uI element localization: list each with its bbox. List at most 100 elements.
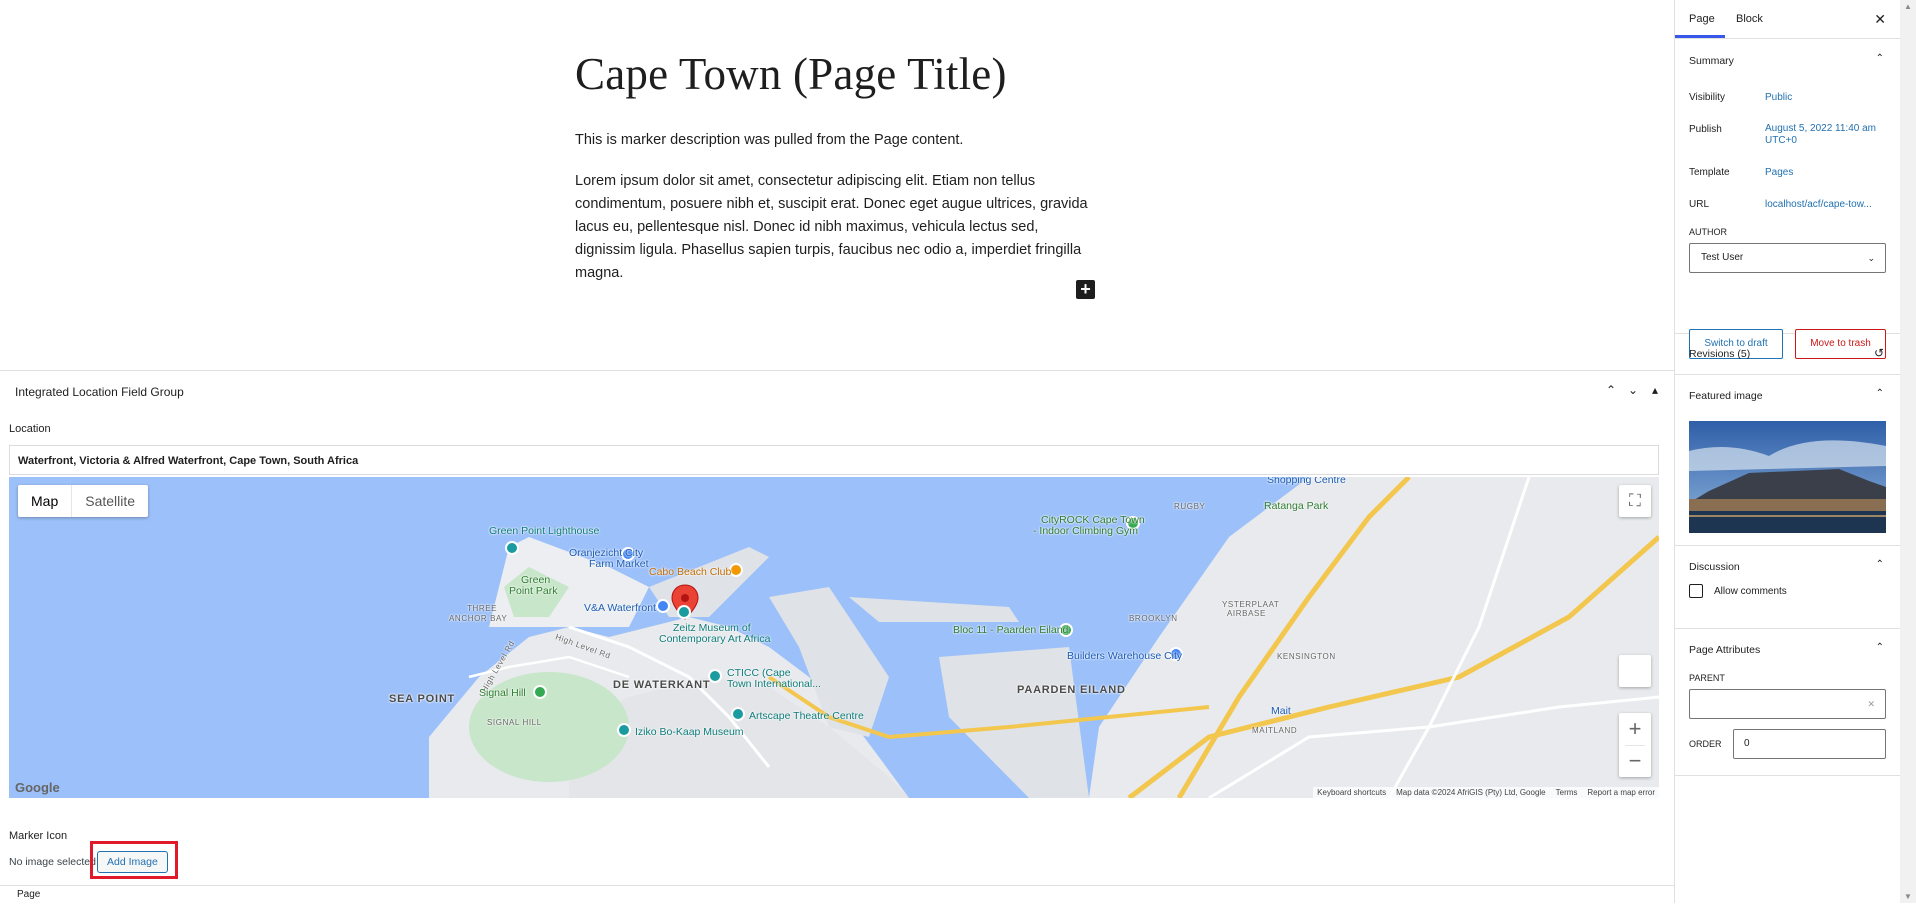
author-select-value: Test User xyxy=(1701,252,1744,263)
paragraph-block[interactable]: This is marker description was pulled fr… xyxy=(575,129,1095,152)
keyboard-shortcuts-link[interactable]: Keyboard shortcuts xyxy=(1317,788,1386,797)
close-icon[interactable]: ✕ xyxy=(1874,0,1886,38)
map-label: ANCHOR BAY xyxy=(449,614,508,623)
author-select[interactable]: Test User ⌄ xyxy=(1689,243,1886,273)
page-attributes-panel: Page Attributes ⌃ PARENT ✕ ORDER 0 xyxy=(1675,629,1900,776)
shopping-poi-icon[interactable] xyxy=(656,599,670,613)
scrollbar[interactable]: ▲ ▼ xyxy=(1900,0,1916,903)
summary-panel-title[interactable]: Summary xyxy=(1689,55,1734,67)
report-error-link[interactable]: Report a map error xyxy=(1587,788,1655,797)
museum-poi-icon[interactable] xyxy=(617,723,631,737)
zoom-out-button[interactable]: − xyxy=(1619,745,1651,777)
map-label[interactable]: Artscape Theatre Centre xyxy=(749,710,864,722)
allow-comments-label[interactable]: Allow comments xyxy=(1714,586,1787,597)
map-label: BROOKLYN xyxy=(1129,614,1178,623)
scroll-up-icon[interactable]: ▲ xyxy=(1904,2,1912,11)
featured-image-title[interactable]: Featured image xyxy=(1689,390,1763,402)
block-inserter-button[interactable]: + xyxy=(1076,280,1095,299)
discussion-title[interactable]: Discussion xyxy=(1689,561,1740,573)
fullscreen-icon[interactable]: ⛶ xyxy=(1619,485,1651,517)
map-label[interactable]: Green Point Lighthouse xyxy=(489,525,599,537)
terms-link[interactable]: Terms xyxy=(1556,788,1578,797)
no-image-text: No image selected xyxy=(9,856,96,868)
map-label: AIRBASE xyxy=(1227,609,1266,618)
museum-poi-icon[interactable] xyxy=(677,605,691,619)
map-label[interactable]: Ratanga Park xyxy=(1264,500,1328,512)
url-label: URL xyxy=(1689,199,1710,210)
paragraph-block[interactable]: Lorem ipsum dolor sit amet, consectetur … xyxy=(575,170,1095,285)
revisions-link[interactable]: Revisions (5) xyxy=(1689,348,1750,360)
tab-block[interactable]: Block xyxy=(1736,0,1763,38)
page-title[interactable]: Cape Town (Page Title) xyxy=(575,48,1007,100)
street-view-icon[interactable] xyxy=(1619,655,1651,687)
page-attributes-title[interactable]: Page Attributes xyxy=(1689,644,1760,656)
map-type-satellite-button[interactable]: Satellite xyxy=(71,485,148,517)
map-label[interactable]: Cabo Beach Club xyxy=(649,566,731,578)
summary-panel: Summary ⌃ Visibility Public Publish Augu… xyxy=(1675,39,1900,359)
template-link[interactable]: Pages xyxy=(1765,167,1885,179)
breadcrumb-item[interactable]: Page xyxy=(17,889,40,900)
location-search-input[interactable]: Waterfront, Victoria & Alfred Waterfront… xyxy=(9,445,1659,475)
discussion-panel: Discussion ⌃ Allow comments xyxy=(1675,546,1900,629)
map-label[interactable]: Town International... xyxy=(727,678,821,690)
theatre-poi-icon[interactable] xyxy=(731,707,745,721)
marker-icon-label: Marker Icon xyxy=(9,830,68,842)
chevron-up-icon[interactable]: ⌃ xyxy=(1876,53,1884,64)
publish-date-link[interactable]: August 5, 2022 11:40 am UTC+0 xyxy=(1765,123,1885,147)
settings-sidebar: Page Block ✕ Summary ⌃ Visibility Public… xyxy=(1674,0,1900,903)
map-label: DE WATERKANT xyxy=(613,679,711,691)
map-label: KENSINGTON xyxy=(1277,652,1336,661)
move-up-icon[interactable]: ⌃ xyxy=(1604,383,1618,397)
chevron-up-icon[interactable]: ⌃ xyxy=(1876,559,1884,570)
map-type-map-button[interactable]: Map xyxy=(18,485,71,517)
map-label: MAITLAND xyxy=(1252,726,1298,735)
zoom-in-button[interactable]: + xyxy=(1619,713,1651,745)
zoom-divider xyxy=(1625,745,1645,746)
allow-comments-checkbox[interactable] xyxy=(1689,584,1703,598)
location-label: Location xyxy=(9,423,51,435)
google-map[interactable]: Map Satellite ⛶ + − Green Point Lighthou… xyxy=(9,477,1659,798)
chevron-up-icon[interactable]: ⌃ xyxy=(1876,388,1884,399)
meta-box-controls: ⌃ ⌄ ▴ xyxy=(1604,383,1662,397)
chevron-up-icon[interactable]: ⌃ xyxy=(1876,642,1884,653)
tab-page[interactable]: Page xyxy=(1689,0,1715,38)
parent-label: PARENT xyxy=(1689,673,1725,683)
map-label: YSTERPLAAT xyxy=(1222,600,1280,609)
map-label[interactable]: Iziko Bo-Kaap Museum xyxy=(635,726,744,738)
meta-box-title[interactable]: Integrated Location Field Group xyxy=(15,385,184,399)
add-image-button[interactable]: Add Image xyxy=(97,851,168,873)
map-label[interactable]: Builders Warehouse City xyxy=(1067,650,1182,662)
map-label[interactable]: Point Park xyxy=(509,585,557,597)
map-canvas xyxy=(9,477,1659,798)
map-label[interactable]: - Indoor Climbing Gym xyxy=(1033,525,1138,537)
collapse-icon[interactable]: ▴ xyxy=(1648,383,1662,397)
sidebar-tabs: Page Block ✕ xyxy=(1675,0,1900,39)
map-label[interactable]: Shopping Centre xyxy=(1267,477,1346,486)
move-down-icon[interactable]: ⌄ xyxy=(1626,383,1640,397)
map-label: RUGBY xyxy=(1174,502,1206,511)
parent-page-select[interactable]: ✕ xyxy=(1689,689,1886,719)
clear-icon[interactable]: ✕ xyxy=(1867,690,1875,718)
map-label[interactable]: Signal Hill xyxy=(479,687,526,699)
map-label: SEA POINT xyxy=(389,693,456,705)
meta-box: Integrated Location Field Group ⌃ ⌄ ▴ Lo… xyxy=(0,370,1674,886)
map-label[interactable]: Farm Market xyxy=(589,558,649,570)
zoom-control: + − xyxy=(1619,713,1651,777)
url-link[interactable]: localhost/acf/cape-tow... xyxy=(1765,199,1885,211)
map-label[interactable]: Mait xyxy=(1271,705,1291,717)
lighthouse-poi-icon[interactable] xyxy=(505,541,519,555)
map-label[interactable]: Contemporary Art Africa xyxy=(659,633,770,645)
revisions-panel[interactable]: Revisions (5) ↺ xyxy=(1675,334,1900,375)
history-icon: ↺ xyxy=(1873,346,1884,360)
featured-image-thumbnail[interactable] xyxy=(1689,421,1886,533)
scroll-down-icon[interactable]: ▼ xyxy=(1904,892,1912,901)
map-label: SIGNAL HILL xyxy=(487,718,542,727)
park-poi-icon[interactable] xyxy=(533,685,547,699)
map-label: THREE xyxy=(467,604,498,613)
order-input[interactable]: 0 xyxy=(1733,729,1886,759)
map-label[interactable]: Bloc 11 - Paarden Eiland xyxy=(953,624,1068,636)
visibility-link[interactable]: Public xyxy=(1765,92,1885,104)
chevron-down-icon: ⌄ xyxy=(1867,253,1875,263)
map-label[interactable]: V&A Waterfront xyxy=(584,602,656,614)
google-logo[interactable]: Google xyxy=(15,780,60,795)
